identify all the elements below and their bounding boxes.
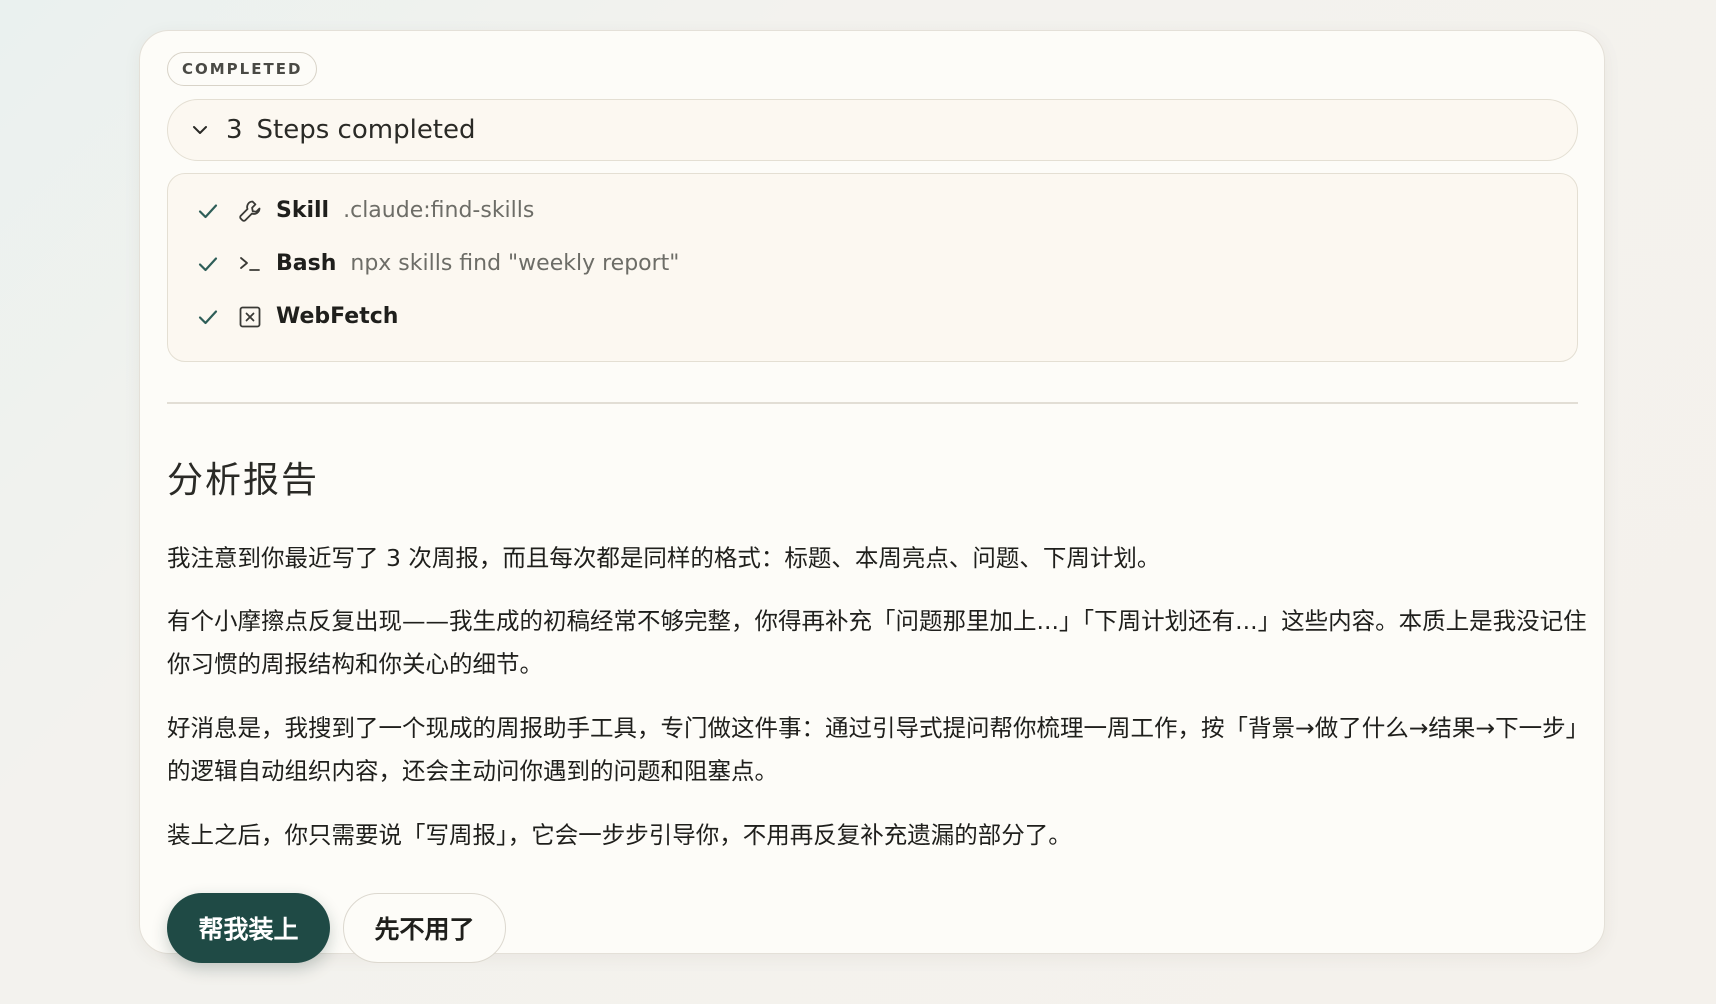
step-item-bash: Bash npx skills find "weekly report" — [168, 237, 1577, 290]
report-paragraph-4: 装上之后，你只需要说「写周报」，它会一步步引导你，不用再反复补充遗漏的部分了。 — [167, 821, 1072, 849]
steps-count: 3 — [226, 115, 243, 145]
steps-summary-toggle[interactable]: 3 Steps completed — [167, 99, 1578, 161]
report-title: 分析报告 — [167, 460, 320, 501]
report-paragraph-3: 好消息是，我搜到了一个现成的周报助手工具，专门做这件事：通过引导式提问帮你梳理一… — [167, 714, 1578, 785]
check-icon — [196, 252, 220, 276]
wrench-icon — [236, 197, 264, 225]
step-item-skill: Skill .claude:find-skills — [168, 184, 1577, 237]
steps-label: Steps completed — [256, 115, 476, 145]
divider — [167, 402, 1578, 404]
check-icon — [196, 305, 220, 329]
step-item-webfetch: WebFetch — [168, 290, 1577, 343]
check-icon — [196, 199, 220, 223]
step-tool-arg: .claude:find-skills — [343, 198, 535, 223]
step-tool-name: WebFetch — [276, 304, 399, 329]
step-tool-name: Skill — [276, 198, 330, 223]
decline-button[interactable]: 先不用了 — [343, 893, 506, 963]
webfetch-box-icon — [236, 303, 264, 331]
step-tool-name: Bash — [276, 251, 337, 276]
status-badge: COMPLETED — [167, 52, 318, 86]
terminal-icon — [236, 250, 264, 278]
install-button[interactable]: 帮我装上 — [167, 893, 330, 963]
completion-card: COMPLETED 3 Steps completed Skill .claud… — [139, 30, 1605, 963]
report-paragraph-1: 我注意到你最近写了 3 次周报，而且每次都是同样的格式：标题、本周亮点、问题、下… — [167, 544, 1161, 572]
report-paragraph-2: 有个小摩擦点反复出现——我生成的初稿经常不够完整，你得再补充「问题那里加上...… — [167, 607, 1587, 678]
steps-list: Skill .claude:find-skills Bash npx skill… — [167, 173, 1578, 362]
step-tool-arg: npx skills find "weekly report" — [350, 251, 680, 276]
chevron-down-icon — [190, 120, 210, 140]
